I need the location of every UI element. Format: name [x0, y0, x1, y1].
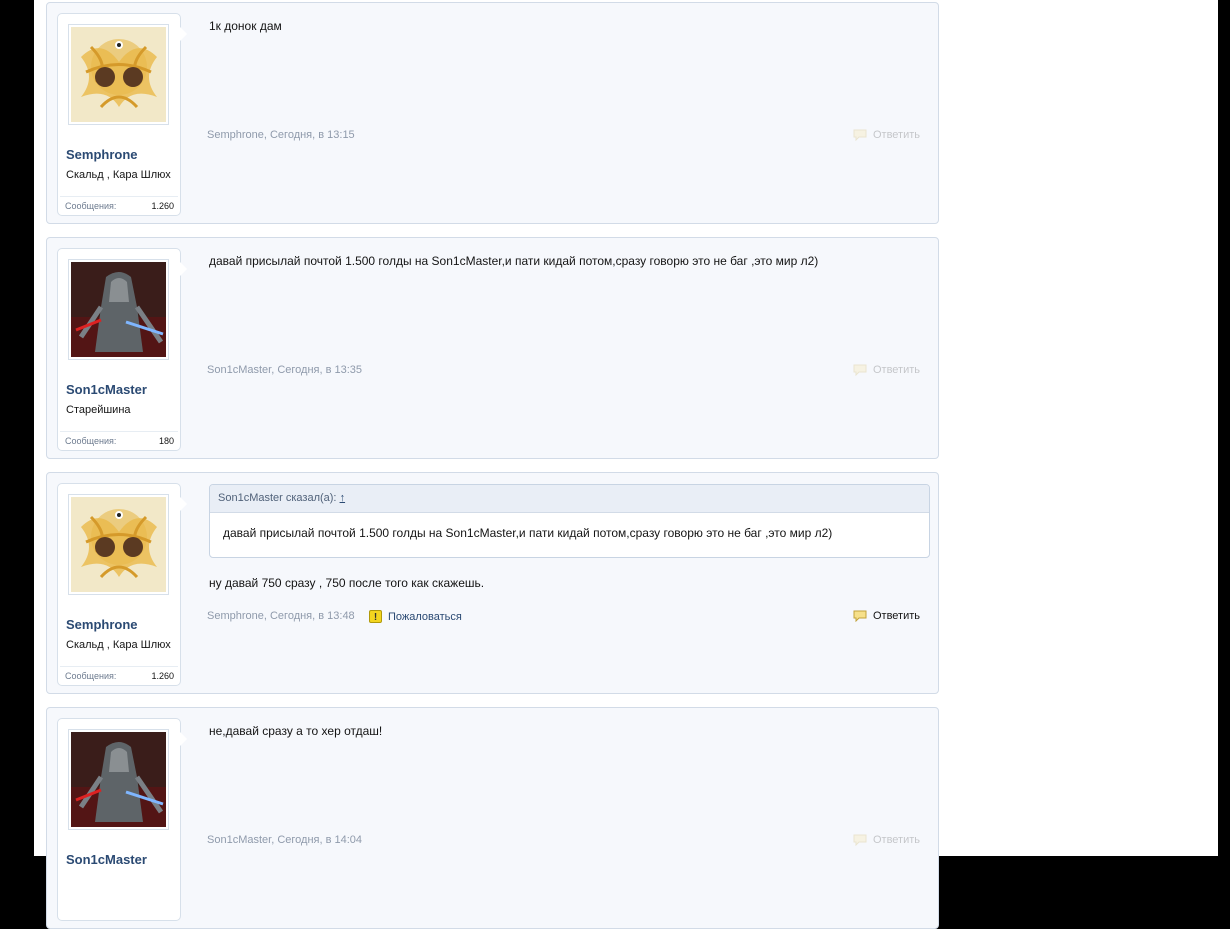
post-meta[interactable]: Son1cMaster, Сегодня, в 14:04 [207, 834, 362, 846]
post-count-value: 1.260 [151, 671, 174, 681]
report-label: Пожаловаться [388, 610, 462, 623]
reply-label: Ответить [872, 610, 920, 622]
user-info: Semphrone Скальд , Кара Шлюх Сообщения: … [57, 483, 187, 686]
reply-button[interactable]: Ответить [853, 610, 920, 622]
username[interactable]: Son1cMaster [66, 852, 147, 867]
message-text: не,давай сразу а то хер отдаш! [209, 724, 383, 738]
username[interactable]: Semphrone [66, 617, 138, 632]
username[interactable]: Son1cMaster [66, 382, 147, 397]
post-count-label: Сообщения: [65, 671, 117, 681]
avatar-image [71, 262, 166, 357]
avatar[interactable] [68, 729, 169, 830]
avatar[interactable] [68, 494, 169, 595]
quote-header: Son1cMaster сказал(а): ↑ [210, 485, 929, 513]
post-count: Сообщения: 1.260 [60, 196, 178, 214]
post: Son1cMaster не,давай сразу а то хер отда… [46, 707, 939, 929]
post-count-label: Сообщения: [65, 436, 117, 446]
avatar-image [71, 732, 166, 827]
quote-author[interactable]: Son1cMaster сказал(а): [218, 492, 337, 504]
reply-label: Ответить [872, 129, 920, 141]
user-title: Старейшина [66, 404, 131, 416]
quote-text: давай присылай почтой 1.500 голды на Son… [223, 526, 833, 540]
reply-button[interactable]: Ответить [853, 129, 920, 141]
quote-block: Son1cMaster сказал(а): ↑ давай присылай … [209, 484, 930, 558]
avatar[interactable] [68, 259, 169, 360]
reply-label: Ответить [872, 834, 920, 846]
post-count-value: 1.260 [151, 201, 174, 211]
avatar[interactable] [68, 24, 169, 125]
avatar-image [71, 497, 166, 592]
post-count: Сообщения: 180 [60, 431, 178, 449]
quote-jump-link[interactable]: ↑ [340, 492, 346, 504]
post-meta[interactable]: Semphrone, Сегодня, в 13:48 [207, 610, 355, 622]
reply-button[interactable]: Ответить [853, 834, 920, 846]
user-title: Скальд , Кара Шлюх [66, 639, 171, 651]
reply-button[interactable]: Ответить [853, 364, 920, 376]
user-info: Semphrone Скальд , Кара Шлюх Сообщения: … [57, 13, 187, 216]
speech-bubble-icon [853, 364, 867, 376]
report-button[interactable]: ! Пожаловаться [369, 610, 462, 623]
post: Semphrone Скальд , Кара Шлюх Сообщения: … [46, 2, 939, 224]
post-count-value: 180 [158, 436, 174, 446]
message-text: ну давай 750 сразу , 750 после того как … [209, 576, 485, 590]
message-text: 1к донок дам [209, 19, 282, 33]
post-meta[interactable]: Semphrone, Сегодня, в 13:15 [207, 129, 355, 141]
speech-bubble-icon [853, 834, 867, 846]
message-text: давай присылай почтой 1.500 голды на Son… [209, 254, 819, 268]
avatar-image [71, 27, 166, 122]
post-meta[interactable]: Son1cMaster, Сегодня, в 13:35 [207, 364, 362, 376]
post: Son1cMaster Старейшина Сообщения: 180 да… [46, 237, 939, 459]
post: Semphrone Скальд , Кара Шлюх Сообщения: … [46, 472, 939, 694]
post-count: Сообщения: 1.260 [60, 666, 178, 684]
post-count-label: Сообщения: [65, 201, 117, 211]
speech-bubble-icon [853, 610, 867, 622]
thread-page: Semphrone Скальд , Кара Шлюх Сообщения: … [34, 0, 1218, 929]
username[interactable]: Semphrone [66, 147, 138, 162]
reply-label: Ответить [872, 364, 920, 376]
user-info: Son1cMaster [57, 718, 187, 921]
warning-icon: ! [369, 610, 382, 623]
user-title: Скальд , Кара Шлюх [66, 169, 171, 181]
user-info: Son1cMaster Старейшина Сообщения: 180 [57, 248, 187, 451]
speech-bubble-icon [853, 129, 867, 141]
